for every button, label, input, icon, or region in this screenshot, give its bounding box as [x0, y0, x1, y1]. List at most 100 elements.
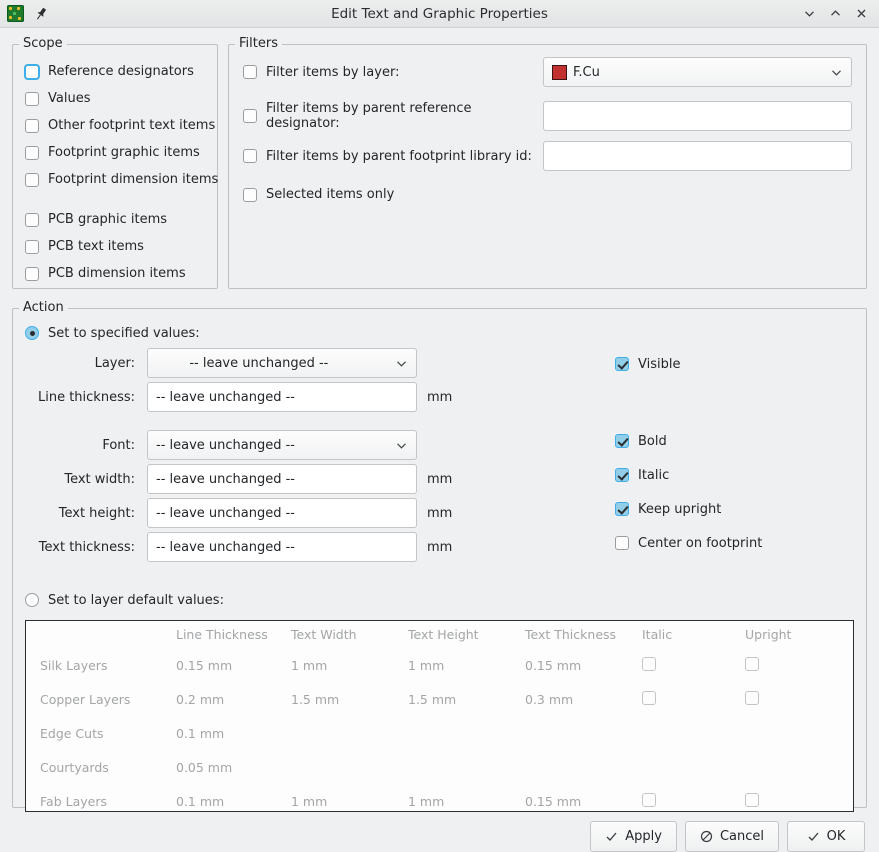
- cell-text-thickness: 0.15 mm: [525, 658, 582, 673]
- radio-set-to-specified-values-label: Set to specified values:: [48, 325, 200, 341]
- field-group-separator: [25, 414, 615, 428]
- table-checkbox-upright[interactable]: [745, 793, 759, 807]
- checkbox-italic[interactable]: Italic: [615, 458, 866, 492]
- column-header-upright: Upright: [745, 627, 792, 642]
- column-header-layer-name: [26, 621, 176, 649]
- scope-checkbox-pcb-graphic-items[interactable]: PCB graphic items: [25, 206, 217, 233]
- cell-italic: [642, 751, 745, 785]
- radio-set-to-specified-values[interactable]: Set to specified values:: [13, 320, 866, 346]
- scope-checkbox-label: Footprint dimension items: [48, 172, 219, 187]
- layer-combobox[interactable]: -- leave unchanged --: [147, 348, 417, 378]
- checkbox-bold[interactable]: Bold: [615, 424, 866, 458]
- table-checkbox-upright[interactable]: [745, 657, 759, 671]
- chevron-down-icon: [395, 357, 408, 370]
- table-row[interactable]: Silk Layers 0.15 mm 1 mm 1 mm 0.15 mm: [26, 649, 853, 683]
- checkbox-box: [243, 187, 257, 202]
- filter-reference-input[interactable]: [543, 101, 852, 131]
- filter-by-layer-checkbox[interactable]: Filter items by layer:: [243, 65, 543, 80]
- filter-by-layer-label: Filter items by layer:: [266, 64, 400, 80]
- text-thickness-input[interactable]: -- leave unchanged --: [147, 532, 417, 562]
- scope-checkbox-pcb-dimension-items[interactable]: PCB dimension items: [25, 260, 217, 287]
- checkbox-box: [615, 357, 629, 371]
- text-width-input[interactable]: -- leave unchanged --: [147, 464, 417, 494]
- scope-checkbox-footprint-dimension-items[interactable]: Footprint dimension items: [25, 166, 219, 193]
- cell-upright[interactable]: [745, 649, 853, 683]
- field-label-text-height: Text height:: [58, 505, 135, 521]
- checkbox-bold-label: Bold: [638, 433, 667, 449]
- filter-selected-items-only-checkbox[interactable]: Selected items only: [243, 181, 852, 208]
- field-row-line-thickness: Line thickness: -- leave unchanged -- mm: [25, 380, 615, 414]
- table-row[interactable]: Fab Layers 0.1 mm 1 mm 1 mm 0.15 mm: [26, 785, 853, 811]
- layer-defaults-table-wrap: Line Thickness Text Width Text Height Te…: [25, 620, 854, 812]
- text-height-input[interactable]: -- leave unchanged --: [147, 498, 417, 528]
- scope-group-separator: [25, 193, 217, 206]
- column-header-text-height: Text Height: [408, 627, 479, 642]
- cell-upright[interactable]: [745, 683, 853, 717]
- cell-upright: [745, 751, 853, 785]
- layer-defaults-table: Line Thickness Text Width Text Height Te…: [26, 621, 853, 811]
- filter-by-reference-checkbox[interactable]: Filter items by parent reference designa…: [243, 101, 543, 131]
- table-checkbox-italic[interactable]: [642, 793, 656, 807]
- cell-text-width: 1 mm: [291, 658, 328, 673]
- field-row-font: Font: -- leave unchanged --: [25, 428, 615, 462]
- table-row[interactable]: Edge Cuts 0.1 mm: [26, 717, 853, 751]
- cell-text-thickness: [525, 717, 642, 751]
- ok-button[interactable]: OK: [787, 821, 865, 852]
- cancel-button[interactable]: Cancel: [684, 821, 779, 852]
- dialog-body: Scope Reference designators Values Other…: [0, 28, 879, 852]
- checkbox-box: [243, 109, 257, 123]
- maximize-button[interactable]: [823, 2, 847, 26]
- field-label-layer: Layer:: [94, 355, 135, 371]
- table-row[interactable]: Copper Layers 0.2 mm 1.5 mm 1.5 mm 0.3 m…: [26, 683, 853, 717]
- checkbox-box: [615, 434, 629, 448]
- cell-text-thickness: [525, 751, 642, 785]
- checkbox-box: [25, 212, 39, 227]
- scope-checkbox-reference-designators[interactable]: Reference designators: [25, 58, 217, 85]
- table-checkbox-italic[interactable]: [642, 691, 656, 705]
- checkbox-box: [25, 266, 39, 281]
- scope-checkbox-footprint-graphic-items[interactable]: Footprint graphic items: [25, 139, 217, 166]
- scope-checkbox-pcb-text-items[interactable]: PCB text items: [25, 233, 217, 260]
- close-button[interactable]: [849, 2, 873, 26]
- field-unit-text-width: mm: [427, 471, 453, 487]
- scope-checkbox-other-footprint-text-items[interactable]: Other footprint text items: [25, 112, 217, 139]
- toggles-separator: [615, 381, 866, 424]
- field-label-font: Font:: [102, 437, 135, 453]
- filters-groupbox: Filters Filter items by layer: F.Cu Filt…: [228, 37, 867, 289]
- apply-button[interactable]: Apply: [590, 821, 677, 852]
- filter-by-library-id-checkbox[interactable]: Filter items by parent footprint library…: [243, 149, 543, 164]
- table-checkbox-italic[interactable]: [642, 657, 656, 671]
- cell-italic[interactable]: [642, 683, 745, 717]
- cell-upright[interactable]: [745, 785, 853, 811]
- checkbox-center-on-footprint[interactable]: Center on footprint: [615, 526, 866, 560]
- scope-checkbox-label: Values: [48, 91, 91, 106]
- cell-line-thickness: 0.2 mm: [176, 692, 225, 707]
- action-fields: Layer: -- leave unchanged -- Line thickn…: [25, 346, 615, 564]
- checkbox-box: [25, 64, 39, 79]
- font-combobox[interactable]: -- leave unchanged --: [147, 430, 417, 460]
- column-header-text-thickness: Text Thickness: [525, 627, 617, 642]
- field-control-text-thickness: -- leave unchanged --: [147, 532, 417, 562]
- minimize-button[interactable]: [797, 2, 821, 26]
- radio-set-to-layer-default-values[interactable]: Set to layer default values:: [13, 586, 866, 614]
- scope-checkbox-values[interactable]: Values: [25, 85, 217, 112]
- pcb-board-icon: [7, 5, 24, 22]
- column-header-text-width: Text Width: [291, 627, 357, 642]
- filter-layer-combobox[interactable]: F.Cu: [543, 57, 852, 87]
- cell-line-thickness: 0.05 mm: [176, 760, 233, 775]
- cell-layer-name: Courtyards: [40, 760, 109, 775]
- pin-icon[interactable]: [33, 6, 49, 22]
- checkbox-box: [25, 91, 39, 106]
- cell-italic[interactable]: [642, 785, 745, 811]
- chevron-down-icon: [395, 439, 408, 452]
- cell-text-width: 1 mm: [291, 794, 328, 809]
- table-row[interactable]: Courtyards 0.05 mm: [26, 751, 853, 785]
- filter-library-id-input[interactable]: [543, 141, 852, 171]
- checkbox-keep-upright[interactable]: Keep upright: [615, 492, 866, 526]
- window-title: Edit Text and Graphic Properties: [331, 5, 548, 22]
- line-thickness-input[interactable]: -- leave unchanged --: [147, 382, 417, 412]
- cell-italic[interactable]: [642, 649, 745, 683]
- table-checkbox-upright[interactable]: [745, 691, 759, 705]
- checkbox-box: [25, 172, 39, 187]
- checkbox-visible[interactable]: Visible: [615, 347, 866, 381]
